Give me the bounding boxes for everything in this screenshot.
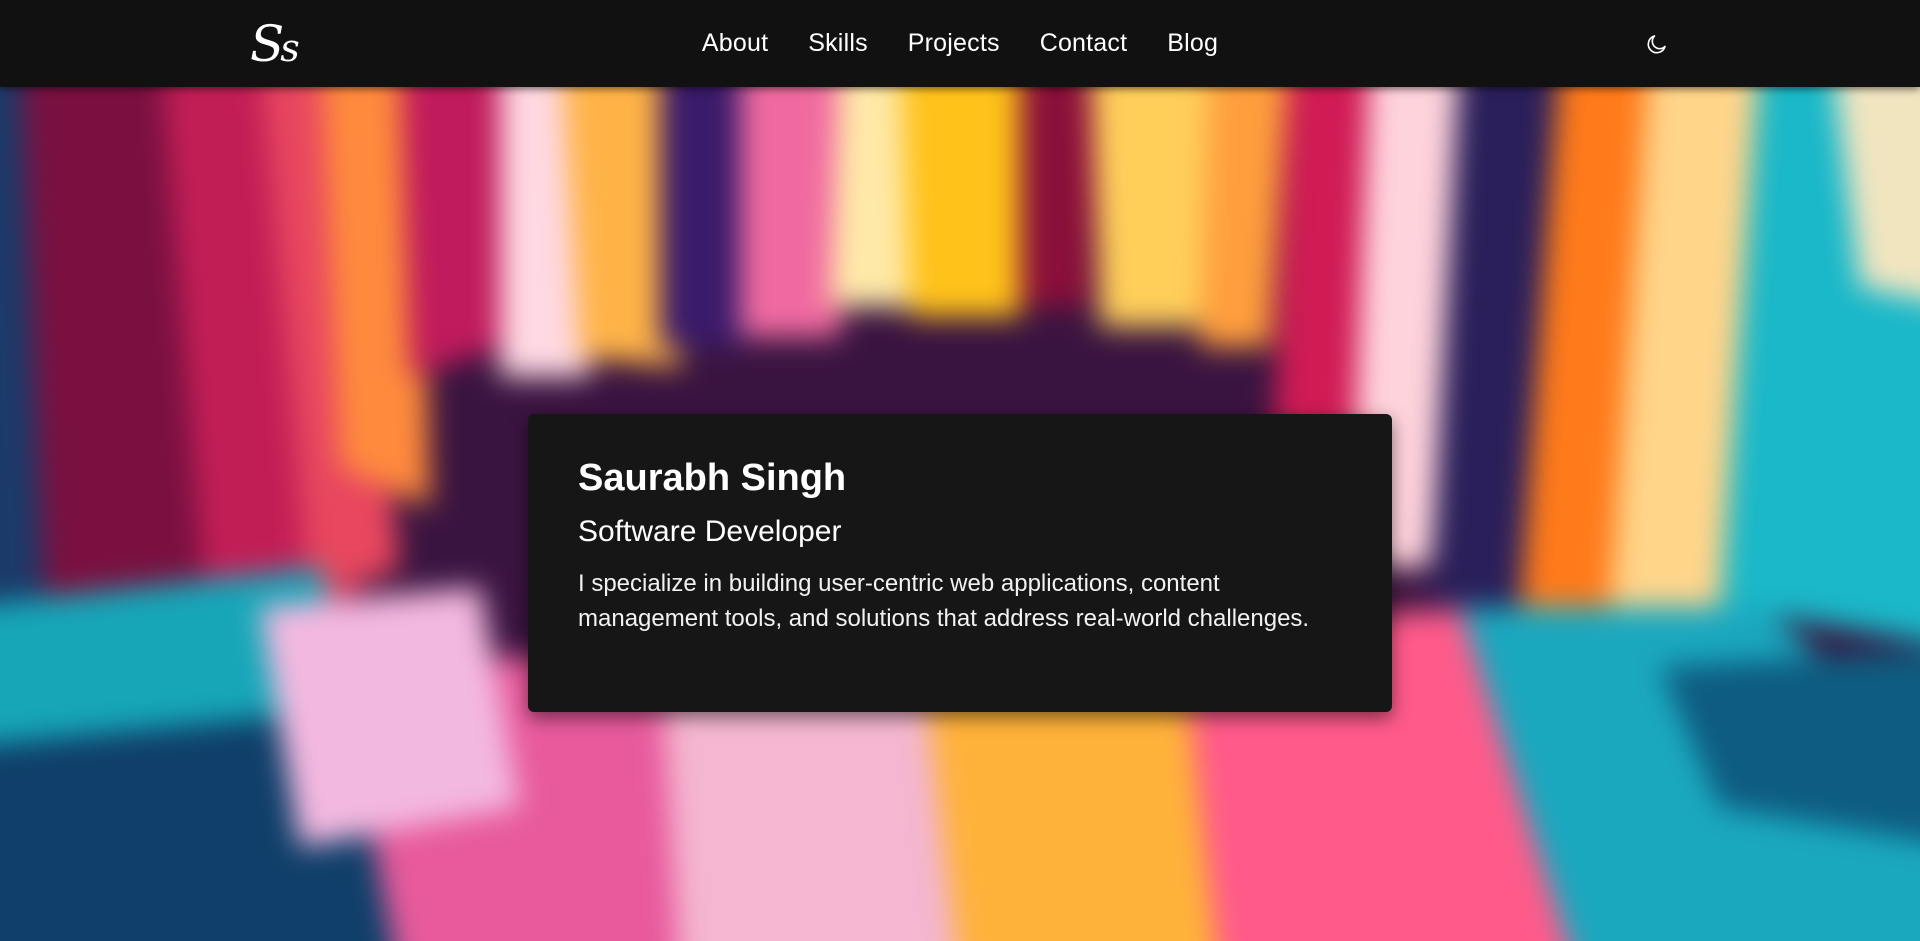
logo-letter-small: s [280,26,300,70]
logo-letter-big: S [250,15,284,73]
site-logo[interactable]: S s [250,16,300,72]
nav-link-projects[interactable]: Projects [908,29,1000,58]
nav-link-contact[interactable]: Contact [1040,29,1128,58]
hero-role: Software Developer [578,515,842,548]
theme-toggle-button[interactable] [1642,29,1672,59]
moon-icon [1647,35,1666,54]
hero-section: Saurabh Singh Software Developer I speci… [0,87,1920,941]
hero-name: Saurabh Singh [578,457,847,499]
top-navbar: S s About Skills Projects Contact Blog [0,0,1920,87]
hero-description: I specialize in building user-centric we… [578,570,1310,632]
nav-link-about[interactable]: About [702,29,768,58]
nav-link-blog[interactable]: Blog [1167,29,1218,58]
intro-card: Saurabh Singh Software Developer I speci… [528,414,1392,712]
nav-link-skills[interactable]: Skills [808,29,868,58]
